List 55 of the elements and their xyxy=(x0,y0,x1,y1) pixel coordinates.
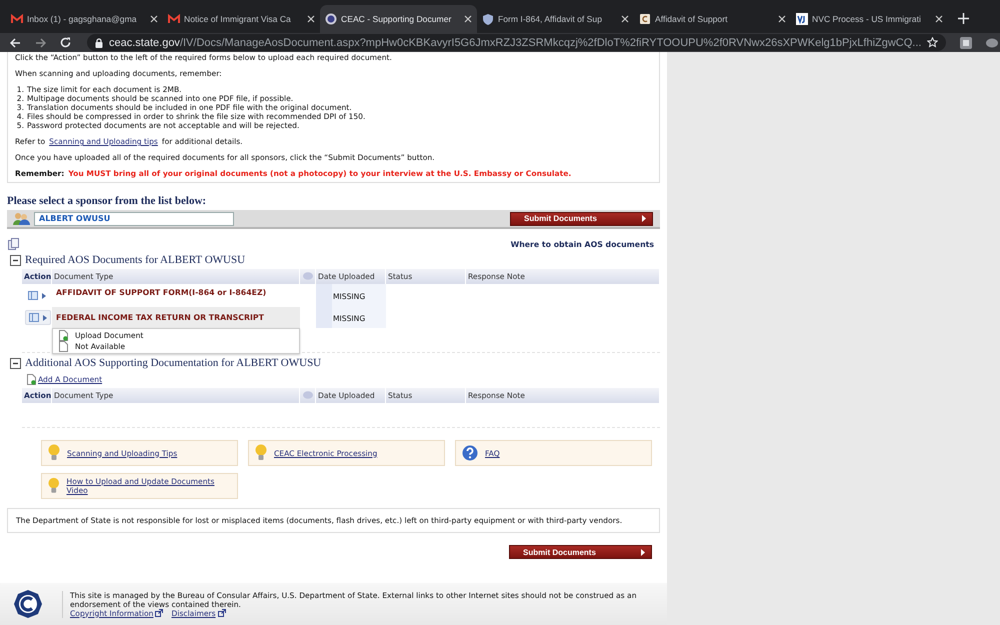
section-heading: Please select a sponsor from the list below: xyxy=(7,195,208,207)
browser-tab[interactable]: Notice of Immigrant Visa Ca xyxy=(163,5,320,33)
extension-icon[interactable] xyxy=(986,36,998,48)
triangle-icon xyxy=(642,215,646,222)
close-icon[interactable] xyxy=(778,15,786,23)
sponsor-field[interactable]: ALBERT OWUSU xyxy=(34,212,234,226)
lock-icon xyxy=(95,38,103,48)
seal-icon xyxy=(325,13,337,25)
url-text: ceac.state.gov/IV/Docs/ManageAosDocument.aspx?mpHw0cKBKavyrI5G6JmxRZJ3ZSRMkcqzj%2fDloT%2fiRYTOOUPU%2f0RVNwx26sXPWKelg1bPjxLfhiZgwCQ... xyxy=(109,36,922,48)
back-icon[interactable] xyxy=(10,38,21,48)
action-button[interactable] xyxy=(25,310,51,325)
caret-icon xyxy=(43,314,47,320)
collapse-icon[interactable] xyxy=(10,358,21,368)
external-link-icon xyxy=(155,609,164,617)
people-icon xyxy=(13,212,30,225)
comment-icon xyxy=(302,391,312,400)
browser-tab[interactable]: Affidavit of Support xyxy=(634,5,791,33)
form-icon xyxy=(29,313,39,322)
collapse-icon[interactable] xyxy=(10,254,21,266)
document-add-icon xyxy=(27,374,36,385)
logo-icon xyxy=(796,13,808,25)
browser-tab[interactable]: CEAC - Supporting Documer xyxy=(320,5,477,33)
submit-documents-button[interactable]: Submit Documents xyxy=(510,212,653,226)
comment-icon xyxy=(302,272,312,281)
close-icon[interactable] xyxy=(621,15,629,23)
address-bar[interactable]: ceac.state.gov/IV/Docs/ManageAosDocument.aspx?mpHw0cKBKavyrI5G6JmxRZJ3ZSRMkcqzj%2fDloT%2fiRYTOOUPU%2f0RVNwx26sXPWKelg1bPjxLfhiZgwCQ... xyxy=(87,34,946,51)
section-title: Required AOS Documents for ALBERT OWUSU xyxy=(25,254,246,266)
seal-logo-icon xyxy=(14,590,42,618)
extension-icon[interactable] xyxy=(960,36,972,48)
section-title: Additional AOS Supporting Documentation for ALBERT OWUSU xyxy=(25,357,322,369)
browser-tab[interactable]: NVC Process - US Immigrati xyxy=(791,5,948,33)
new-tab-icon[interactable] xyxy=(958,13,969,24)
external-link-icon xyxy=(218,609,226,617)
form-icon xyxy=(28,291,38,300)
reload-icon[interactable] xyxy=(60,37,71,48)
browser-tab[interactable]: Form I-864, Affidavit of Sup xyxy=(477,5,634,33)
shield-icon xyxy=(482,13,494,25)
browser-tab[interactable]: Inbox (1) - gagsghana@gma xyxy=(6,5,163,33)
documents-icon xyxy=(8,238,19,250)
lightbulb-icon xyxy=(48,444,60,462)
lightbulb-icon xyxy=(48,477,60,495)
close-icon[interactable] xyxy=(307,15,315,23)
close-icon[interactable] xyxy=(150,15,158,23)
forward-icon[interactable] xyxy=(35,38,46,48)
document-icon xyxy=(639,13,651,25)
help-icon xyxy=(462,445,478,461)
gmail-icon xyxy=(168,13,180,25)
gmail-icon xyxy=(11,13,23,25)
triangle-icon xyxy=(641,548,645,556)
lightbulb-icon xyxy=(255,444,267,462)
submit-documents-button[interactable]: Submit Documents xyxy=(509,545,652,559)
star-icon[interactable] xyxy=(927,37,938,48)
caret-icon xyxy=(42,292,46,298)
close-icon[interactable] xyxy=(935,15,943,23)
close-icon[interactable] xyxy=(464,15,472,23)
